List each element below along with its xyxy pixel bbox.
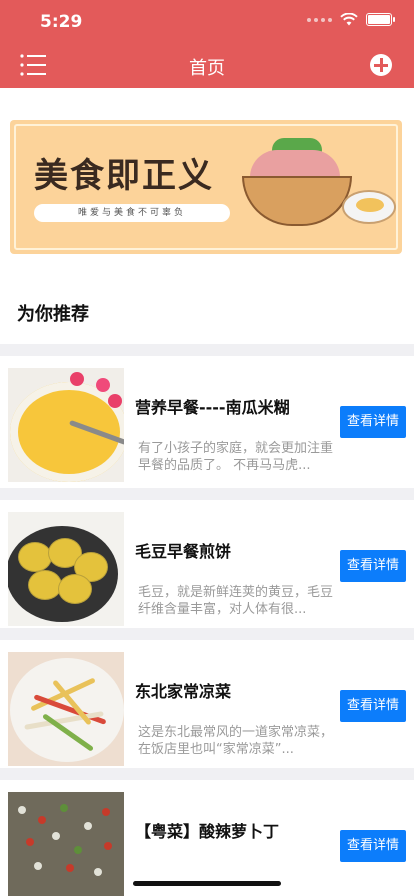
section-title: 为你推荐 [17,304,89,325]
status-time: 5:29 [40,12,83,32]
recipe-title: 【粤菜】酸辣萝卜丁 [135,822,280,841]
view-details-button[interactable]: 查看详情 [340,550,406,582]
recipe-description: 这是东北最常风的一道家常凉菜，在饭店里也叫“家常凉菜”... [138,725,334,757]
home-indicator[interactable] [133,881,281,886]
divider [0,628,414,640]
recipe-thumbnail [8,792,124,896]
divider [0,488,414,500]
recipe-title: 毛豆早餐煎饼 [135,542,232,561]
recipe-thumbnail [8,512,124,626]
recipe-thumbnail [8,652,124,766]
recipe-description: 有了小孩子的家庭，就会更加注重早餐的品质了。 不再马马虎... [138,441,334,473]
battery-icon [366,13,395,26]
plus-circle-icon[interactable] [370,54,392,76]
recipe-thumbnail [8,368,124,482]
recipe-title: 东北家常凉菜 [135,682,232,701]
list-item[interactable]: 营养早餐----南瓜米糊 有了小孩子的家庭，就会更加注重早餐的品质了。 不再马马… [0,356,414,484]
recipe-description [138,864,334,896]
sauce-bowl-icon [342,190,396,224]
wifi-icon [340,13,358,26]
banner-subtitle: 唯爱与美食不可辜负 [34,204,230,222]
recipe-title: 营养早餐----南瓜米糊 [135,398,290,417]
divider [0,768,414,780]
recipe-description: 毛豆，就是新鲜连荚的黄豆，毛豆纤维含量丰富，对人体有很... [138,585,334,617]
status-icons [307,13,395,26]
banner-image[interactable]: 美食即正义 唯爱与美食不可辜负 [10,120,402,254]
signal-icon [307,17,332,22]
view-details-button[interactable]: 查看详情 [340,690,406,722]
banner-title: 美食即正义 [34,156,214,196]
view-details-button[interactable]: 查看详情 [340,406,406,438]
list-item[interactable]: 【粤菜】酸辣萝卜丁 查看详情 [0,780,414,896]
divider [0,344,414,356]
list-item[interactable]: 东北家常凉菜 这是东北最常风的一道家常凉菜，在饭店里也叫“家常凉菜”... 查看… [0,640,414,768]
top-bar: 5:29 首页 [0,0,414,88]
view-details-button[interactable]: 查看详情 [340,830,406,862]
list-item[interactable]: 毛豆早餐煎饼 毛豆，就是新鲜连荚的黄豆，毛豆纤维含量丰富，对人体有很... 查看… [0,500,414,628]
page-title: 首页 [189,58,225,79]
